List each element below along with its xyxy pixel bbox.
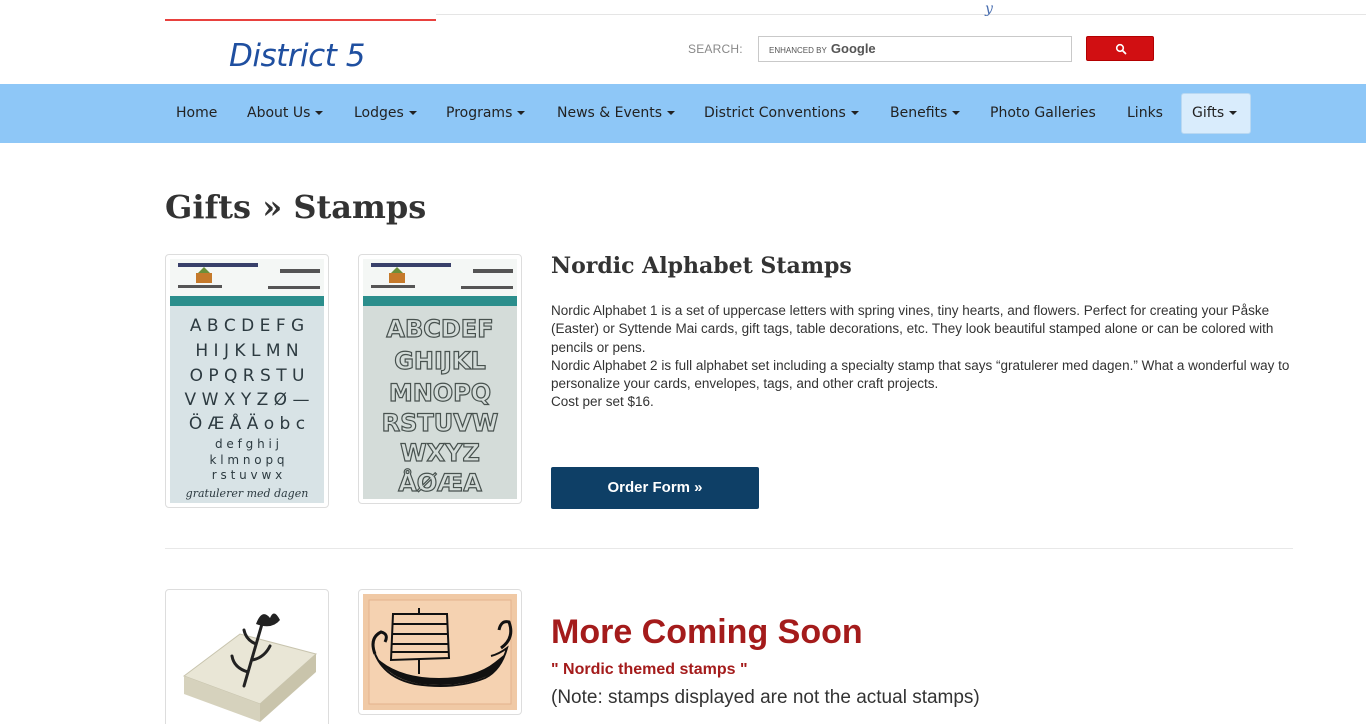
caret-down-icon bbox=[850, 111, 859, 115]
product-title: Nordic Alphabet Stamps bbox=[551, 253, 852, 279]
nav-item-label: Benefits bbox=[890, 105, 948, 121]
nav-item-links[interactable]: Links bbox=[1127, 84, 1163, 143]
product-description: Nordic Alphabet 1 is a set of uppercase … bbox=[551, 302, 1296, 412]
search-input[interactable] bbox=[759, 37, 1071, 61]
site-name[interactable]: District 5 bbox=[229, 38, 365, 74]
svg-text:ÅØÆA: ÅØÆA bbox=[398, 468, 482, 497]
nav-item-lodges[interactable]: Lodges bbox=[354, 84, 417, 143]
alphabet-stamp-image-1[interactable]: A B C D E F G H I J K L M N O P Q R S T … bbox=[165, 254, 329, 508]
nav-item-label: Lodges bbox=[354, 105, 404, 121]
nav-item-news-events[interactable]: News & Events bbox=[557, 84, 676, 143]
caret-down-icon bbox=[408, 111, 417, 115]
flower-stamp-image[interactable] bbox=[165, 589, 329, 724]
nav-item-label: Photo Galleries bbox=[990, 105, 1096, 121]
header-accent-rule bbox=[165, 19, 436, 21]
header-top-rule bbox=[436, 14, 1366, 15]
caret-down-icon bbox=[952, 111, 961, 115]
svg-text:A B C D E F G: A B C D E F G bbox=[190, 316, 304, 336]
svg-text:GHIJKL: GHIJKL bbox=[394, 347, 486, 375]
caret-down-icon bbox=[315, 111, 324, 115]
nav-item-district-conventions[interactable]: District Conventions bbox=[704, 84, 859, 143]
svg-text:WXYZ: WXYZ bbox=[400, 439, 480, 467]
page-title: Gifts » Stamps bbox=[165, 188, 427, 226]
nav-item-label: News & Events bbox=[557, 105, 663, 121]
description-paragraph-1: Nordic Alphabet 1 is a set of uppercase … bbox=[551, 303, 1274, 355]
nav-item-home[interactable]: Home bbox=[176, 84, 217, 143]
search-icon bbox=[1115, 43, 1127, 55]
coming-soon-title: More Coming Soon bbox=[551, 613, 863, 651]
coming-soon-note: (Note: stamps displayed are not the actu… bbox=[551, 687, 980, 708]
alphabet-stamp-image-2[interactable]: ABCDEF GHIJKL MNOPQ RSTUVW WXYZ ÅØÆA bbox=[358, 254, 522, 504]
svg-text:Ö Æ Å Ä o b c: Ö Æ Å Ä o b c bbox=[189, 412, 305, 434]
caret-down-icon bbox=[517, 111, 526, 115]
nav-item-label: About Us bbox=[247, 105, 311, 121]
description-price: Cost per set $16. bbox=[551, 394, 654, 410]
svg-text:MNOPQ: MNOPQ bbox=[389, 379, 491, 407]
search-box[interactable]: ENHANCED BY Google bbox=[758, 36, 1072, 62]
flower-stamp-photo bbox=[170, 594, 324, 724]
nav-item-programs[interactable]: Programs bbox=[446, 84, 526, 143]
nav-item-photo-galleries[interactable]: Photo Galleries bbox=[990, 84, 1096, 143]
description-paragraph-2: Nordic Alphabet 2 is full alphabet set i… bbox=[551, 357, 1290, 392]
caret-down-icon bbox=[1229, 111, 1238, 115]
nav-item-label: Home bbox=[176, 105, 218, 121]
svg-text:H I J K L M N: H I J K L M N bbox=[195, 341, 298, 361]
svg-text:r s t u v w x: r s t u v w x bbox=[212, 468, 282, 482]
svg-text:k l m n o p q: k l m n o p q bbox=[209, 453, 284, 467]
svg-text:V W X Y Z Ø —: V W X Y Z Ø — bbox=[185, 390, 310, 410]
svg-text:gratulerer med dagen: gratulerer med dagen bbox=[186, 487, 309, 500]
logo-fragment-icon: y bbox=[985, 1, 993, 17]
nav-item-gifts[interactable]: Gifts bbox=[1192, 84, 1238, 143]
nav-item-label: Gifts bbox=[1192, 105, 1225, 121]
svg-text:d e f g h i j: d e f g h i j bbox=[215, 437, 279, 451]
order-form-button[interactable]: Order Form » bbox=[551, 467, 759, 509]
viking-ship-stamp-photo bbox=[363, 594, 517, 710]
alphabet-stamp-photo-2: ABCDEF GHIJKL MNOPQ RSTUVW WXYZ ÅØÆA bbox=[363, 259, 517, 499]
viking-ship-stamp-image[interactable] bbox=[358, 589, 522, 715]
nav-item-label: Programs bbox=[446, 105, 513, 121]
site-header: y District 5 SEARCH: ENHANCED BY Google bbox=[0, 0, 1366, 84]
caret-down-icon bbox=[667, 111, 676, 115]
nav-item-label: Links bbox=[1127, 105, 1163, 121]
search-label: SEARCH: bbox=[688, 42, 743, 56]
nav-item-about-us[interactable]: About Us bbox=[247, 84, 324, 143]
search-button[interactable] bbox=[1086, 36, 1154, 61]
svg-text:O P Q R S T U: O P Q R S T U bbox=[190, 366, 305, 386]
nav-item-benefits[interactable]: Benefits bbox=[890, 84, 961, 143]
nav-item-label: District Conventions bbox=[704, 105, 846, 121]
coming-soon-subtitle: " Nordic themed stamps " bbox=[551, 661, 748, 678]
svg-text:RSTUVW: RSTUVW bbox=[382, 409, 499, 437]
svg-text:ABCDEF: ABCDEF bbox=[386, 315, 493, 343]
alphabet-stamp-photo-1: A B C D E F G H I J K L M N O P Q R S T … bbox=[170, 259, 324, 503]
section-divider bbox=[165, 548, 1293, 549]
